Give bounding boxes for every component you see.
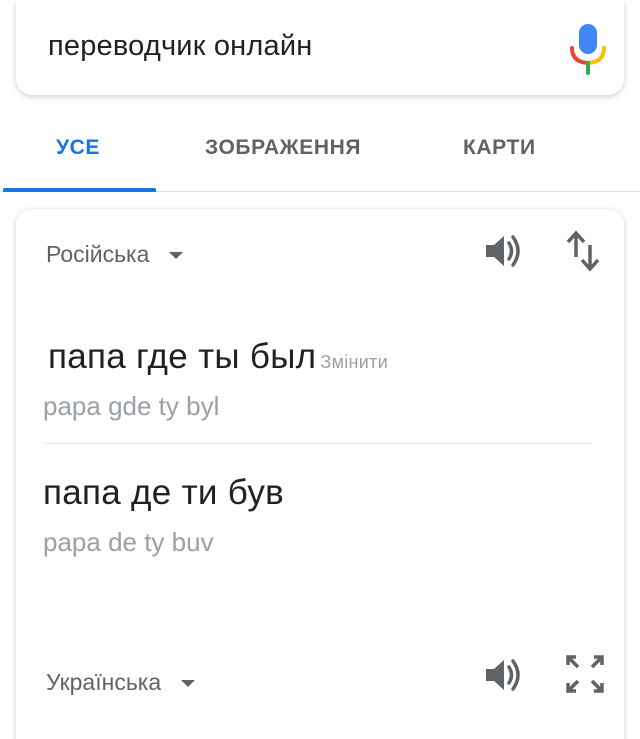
divider bbox=[45, 443, 591, 444]
fullscreen-button[interactable] bbox=[564, 653, 606, 695]
source-listen-button[interactable] bbox=[482, 229, 526, 273]
source-language-select[interactable]: Російська bbox=[46, 241, 184, 268]
fullscreen-icon bbox=[566, 655, 604, 693]
dropdown-caret-icon bbox=[169, 252, 184, 259]
tab-images[interactable]: ЗОБРАЖЕННЯ bbox=[205, 136, 361, 160]
tab-maps[interactable]: КАРТИ bbox=[463, 136, 536, 160]
translate-card: Російська папа где ты был Змінити papa g… bbox=[16, 209, 624, 739]
swap-languages-icon bbox=[566, 230, 600, 272]
search-bar[interactable]: переводчик онлайн bbox=[16, 0, 624, 95]
source-text[interactable]: папа где ты был Змінити bbox=[48, 337, 388, 377]
search-tabs: УСЕ ЗОБРАЖЕННЯ КАРТИ bbox=[0, 96, 640, 192]
source-text-value: папа где ты был bbox=[48, 337, 317, 376]
search-query[interactable]: переводчик онлайн bbox=[48, 30, 312, 63]
speaker-icon bbox=[486, 235, 520, 267]
source-transliteration: papa gde ty byl bbox=[43, 391, 220, 421]
target-language-select[interactable]: Українська bbox=[46, 669, 196, 696]
swap-languages-button[interactable] bbox=[564, 229, 604, 273]
dropdown-caret-icon bbox=[181, 680, 196, 687]
tab-all[interactable]: УСЕ bbox=[56, 136, 100, 160]
change-source-link[interactable]: Змінити bbox=[320, 352, 388, 372]
active-tab-indicator bbox=[3, 188, 156, 192]
page: переводчик онлайн УСЕ ЗОБРАЖЕННЯ КАРТИ Р… bbox=[0, 0, 640, 739]
microphone-icon bbox=[570, 24, 606, 75]
speaker-icon bbox=[486, 659, 520, 691]
target-listen-button[interactable] bbox=[482, 653, 526, 697]
translated-text: папа де ти був bbox=[43, 473, 285, 512]
source-language-label: Російська bbox=[46, 241, 150, 267]
voice-search-button[interactable] bbox=[564, 20, 612, 76]
target-transliteration: papa de ty buv bbox=[43, 527, 214, 557]
target-language-label: Українська bbox=[46, 669, 162, 695]
